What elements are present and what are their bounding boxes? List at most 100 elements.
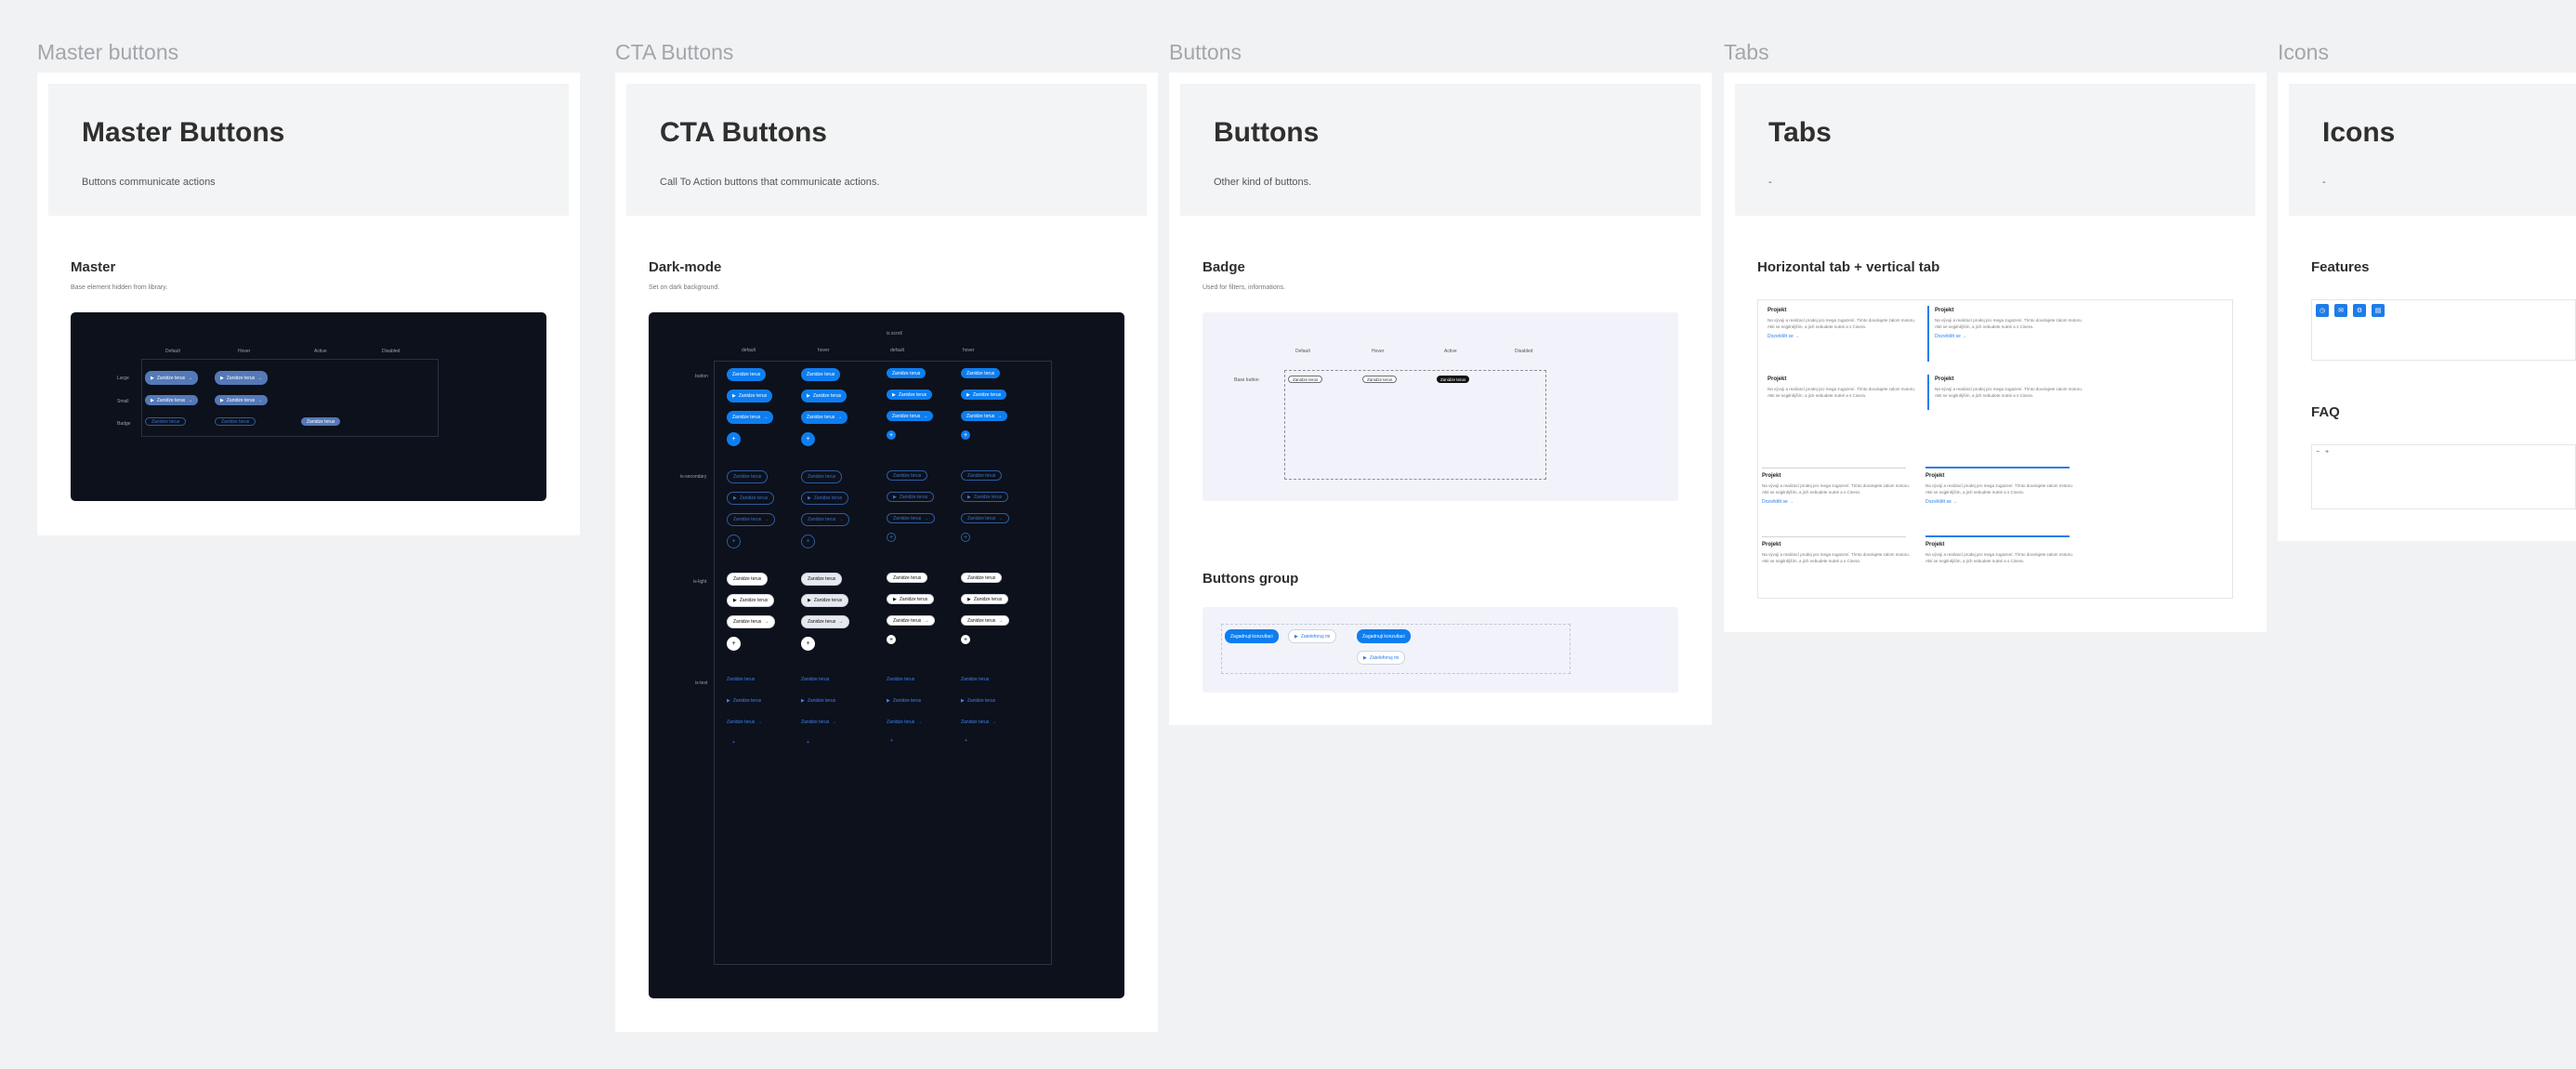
cta-button-icon-right[interactable]: Zanidze terus → <box>727 411 774 424</box>
cta-button-scroll-hover[interactable]: Zanidze terus <box>961 368 1001 378</box>
cta-light-scroll[interactable]: Zanidze terus <box>887 573 928 583</box>
cta-secondary-scroll-icon-button-hover[interactable]: + <box>961 533 970 542</box>
page-title: Buttons <box>1214 117 1320 148</box>
cta-text-scroll-icon-right-hover[interactable]: Zanidze terus → <box>961 717 996 728</box>
frame-icons: Icons - Features ◷ ✉ ⚙ ▤ FAQ − + <box>2278 73 2576 541</box>
cta-secondary-scroll-icon-right[interactable]: Zanidze terus → <box>887 513 936 523</box>
cta-button-icon-left[interactable]: ▶ Zanidze terus <box>727 389 773 403</box>
cta-button-scroll-icon-right-hover[interactable]: Zanidze terus → <box>961 411 1008 421</box>
cta-text-scroll-hover[interactable]: Zanidze terus <box>961 674 989 685</box>
horizontal-tab-item[interactable]: Projekt Na vývoji a realizací prodej pro… <box>1762 542 1911 564</box>
section-title-master: Master <box>71 259 116 275</box>
vertical-tab-item-active[interactable]: Projekt Na vývoji a realizací prodej pro… <box>1935 376 2083 399</box>
page-description: Other kind of buttons. <box>1214 177 1312 188</box>
cta-secondary-icon-left-hover[interactable]: ▶ Zanidze terus <box>801 492 849 505</box>
cta-icon-button-scroll-hover[interactable]: + <box>961 430 970 440</box>
horizontal-tab-item-active[interactable]: Projekt Na vývoji a realizací prodej pro… <box>1925 473 2074 505</box>
cta-secondary-button[interactable]: Zanidze terus <box>727 470 769 483</box>
cta-light-icon-button[interactable]: + <box>727 637 741 651</box>
cta-secondary-scroll-icon-left[interactable]: ▶ Zanidze terus <box>887 492 935 502</box>
cta-icon-button-scroll[interactable]: + <box>887 430 896 440</box>
cta-secondary-icon-button-hover[interactable]: + <box>801 534 815 548</box>
cta-button-scroll-icon-right[interactable]: Zanidze terus → <box>887 411 934 421</box>
vertical-tab-item[interactable]: Projekt Na vývoji a realizací prodej pro… <box>1768 376 1916 399</box>
cta-light-icon-left-hover[interactable]: ▶ Zanidze terus <box>801 594 849 607</box>
cta-text-icon-right[interactable]: Zanidze terus → <box>727 717 762 728</box>
cta-secondary-scroll-icon-right-hover[interactable]: Zanidze terus → <box>961 513 1010 523</box>
badge-default[interactable]: Zanidze terus <box>1288 376 1323 383</box>
cta-button-scroll[interactable]: Zanidze terus <box>887 368 927 378</box>
tabs-canvas: Projekt Na vývoji a realizací prodej pro… <box>1757 299 2233 599</box>
master-badge-active[interactable]: Zanidze terus <box>301 417 341 426</box>
variant-frame <box>714 361 1052 965</box>
cta-button-icon-left-hover[interactable]: ▶ Zanidze terus <box>801 389 848 403</box>
cta-light-icon-button-hover[interactable]: + <box>801 637 815 651</box>
cta-light-scroll-hover[interactable]: Zanidze terus <box>961 573 1003 583</box>
cta-text-icon-left[interactable]: ▶ Zanidze terus <box>727 695 761 706</box>
cta-light-scroll-icon-button-hover[interactable]: + <box>961 635 970 644</box>
badge-active[interactable]: Zanidze terus <box>1437 376 1470 383</box>
cta-secondary-scroll-icon-left-hover[interactable]: ▶ Zanidze terus <box>961 492 1009 502</box>
horizontal-tab-item-active[interactable]: Projekt Na vývoji a realizací prodej pro… <box>1925 542 2074 564</box>
master-button-large-hover[interactable]: ▶ Zanidze terus → <box>215 371 269 385</box>
hero-cta: CTA Buttons Call To Action buttons that … <box>626 84 1147 216</box>
group-secondary-button[interactable]: ▶ Zatelefonuj mi <box>1288 629 1337 643</box>
cta-light-scroll-icon-left-hover[interactable]: ▶ Zanidze terus <box>961 594 1009 604</box>
cta-light-scroll-icon-button[interactable]: + <box>887 635 896 644</box>
group-primary-button-2[interactable]: Zagadnuji konzultaci <box>1357 629 1411 643</box>
cta-secondary-scroll-hover[interactable]: Zanidze terus <box>961 470 1003 481</box>
cta-text-button[interactable]: Zanidze terus <box>727 674 755 685</box>
cta-icon-button-hover[interactable]: + <box>801 432 815 446</box>
cta-text-scroll-icon-only-hover[interactable]: + <box>965 738 967 744</box>
cta-text-icon-only[interactable]: + <box>732 740 735 746</box>
cta-secondary-icon-left[interactable]: ▶ Zanidze terus <box>727 492 775 505</box>
master-badge-default[interactable]: Zanidze terus <box>145 417 187 426</box>
cta-light-icon-left[interactable]: ▶ Zanidze terus <box>727 594 775 607</box>
cta-secondary-button-hover[interactable]: Zanidze terus <box>801 470 843 483</box>
feature-icon: ▤ <box>2372 304 2385 317</box>
cta-light-button[interactable]: Zanidze terus <box>727 573 769 586</box>
group-primary-button[interactable]: Zagadnuji konzultaci <box>1225 629 1279 643</box>
cta-text-button-hover[interactable]: Zanidze terus <box>801 674 829 685</box>
cta-text-icon-only-hover[interactable]: + <box>807 740 809 746</box>
cta-icon-button[interactable]: + <box>727 432 741 446</box>
cta-light-scroll-icon-right-hover[interactable]: Zanidze terus → <box>961 615 1010 626</box>
master-button-small-hover[interactable]: ▶ Zanidze terus → <box>215 395 269 405</box>
cta-text-icon-right-hover[interactable]: Zanidze terus → <box>801 717 836 728</box>
cta-button-scroll-icon-left-hover[interactable]: ▶ Zanidze terus <box>961 389 1007 400</box>
horizontal-tab-item[interactable]: Projekt Na vývoji a realizací prodej pro… <box>1762 473 1911 505</box>
vertical-tab-item[interactable]: Projekt Na vývoji a realizací prodej pro… <box>1768 308 1916 339</box>
cta-button-icon-right-hover[interactable]: Zanidze terus → <box>801 411 848 424</box>
cta-text-icon-left-hover[interactable]: ▶ Zanidze terus <box>801 695 835 706</box>
group-secondary-button-2[interactable]: ▶ Zatelefonuj mi <box>1357 651 1406 665</box>
cta-secondary-icon-right-hover[interactable]: Zanidze terus → <box>801 513 850 526</box>
variant-frame <box>1284 370 1546 480</box>
frame-label-tabs: Tabs <box>1724 40 1769 64</box>
cta-text-scroll-icon-left[interactable]: ▶ Zanidze terus <box>887 695 921 706</box>
cta-secondary-icon-right[interactable]: Zanidze terus → <box>727 513 776 526</box>
cta-secondary-scroll-icon-button[interactable]: + <box>887 533 896 542</box>
cta-light-scroll-icon-right[interactable]: Zanidze terus → <box>887 615 936 626</box>
badge-hover[interactable]: Zanidze terus <box>1362 376 1398 383</box>
cta-button[interactable]: Zanidze terus <box>727 368 767 381</box>
cta-light-icon-right-hover[interactable]: Zanidze terus → <box>801 615 850 628</box>
cta-secondary-scroll[interactable]: Zanidze terus <box>887 470 928 481</box>
master-button-small-default[interactable]: ▶ Zanidze terus → <box>145 395 199 405</box>
gear-icon: ⚙ <box>2353 304 2366 317</box>
cta-text-scroll-icon-right[interactable]: Zanidze terus → <box>887 717 922 728</box>
cta-button-hover[interactable]: Zanidze terus <box>801 368 841 381</box>
master-button-large-default[interactable]: ▶ Zanidze terus → <box>145 371 199 385</box>
master-badge-hover[interactable]: Zanidze terus <box>215 417 256 426</box>
vertical-tab-item-active[interactable]: Projekt Na vývoji a realizací prodej pro… <box>1935 308 2083 339</box>
row-label: button <box>695 374 708 379</box>
cta-secondary-icon-button[interactable]: + <box>727 534 741 548</box>
hero-buttons: Buttons Other kind of buttons. <box>1180 84 1701 216</box>
cta-text-scroll-icon-only[interactable]: + <box>890 738 893 744</box>
cta-button-scroll-icon-left[interactable]: ▶ Zanidze terus <box>887 389 933 400</box>
cta-text-scroll-icon-left-hover[interactable]: ▶ Zanidze terus <box>961 695 995 706</box>
cta-light-button-hover[interactable]: Zanidze terus <box>801 573 843 586</box>
cta-text-scroll[interactable]: Zanidze terus <box>887 674 914 685</box>
cta-light-scroll-icon-left[interactable]: ▶ Zanidze terus <box>887 594 935 604</box>
cta-light-icon-right[interactable]: Zanidze terus → <box>727 615 776 628</box>
section-title-buttons-group: Buttons group <box>1203 571 1299 587</box>
